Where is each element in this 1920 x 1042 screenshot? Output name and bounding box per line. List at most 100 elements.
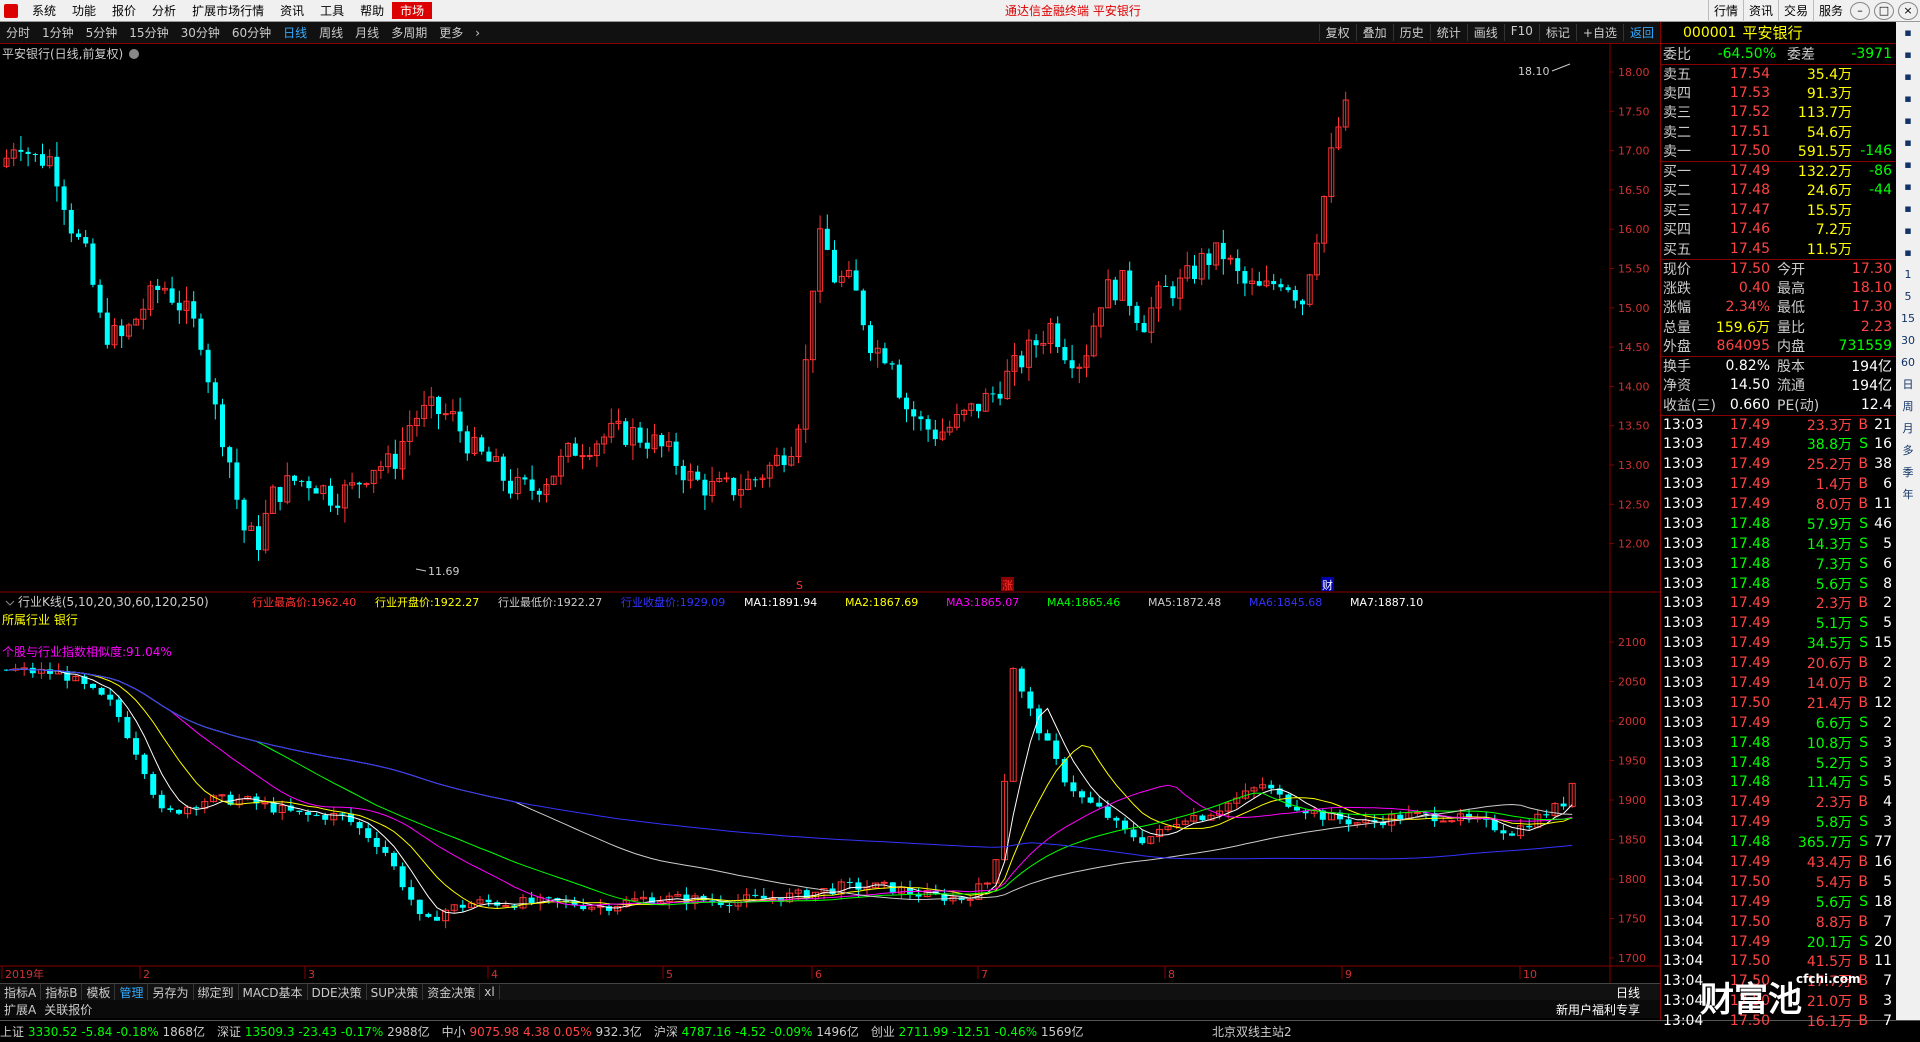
tab-manage[interactable]: 管理 <box>115 983 149 1001</box>
side-period-6[interactable]: 周 <box>1899 398 1917 416</box>
tool-add-watchlist[interactable]: +自选 <box>1575 24 1623 41</box>
tool-draw[interactable]: 画线 <box>1466 24 1504 41</box>
index-chinext[interactable]: 创业 2711.99 -12.51 -0.46% 1569亿 <box>871 1023 1084 1040</box>
event-marker[interactable]: 财 <box>1322 578 1333 592</box>
tab-60min[interactable]: 60分钟 <box>226 24 277 41</box>
tab-fund[interactable]: 资金决策 <box>423 983 481 1001</box>
industry-candle-down <box>115 699 122 717</box>
tool-adjust[interactable]: 复权 <box>1318 24 1356 41</box>
top-button-service[interactable]: 服务 <box>1812 0 1848 22</box>
trend-icon[interactable]: ▪ <box>1899 90 1917 108</box>
weibi-value: -64.50% <box>1717 45 1776 62</box>
chart-icon[interactable]: ▪ <box>1899 112 1917 130</box>
stat-label: 涨跌 <box>1663 280 1691 297</box>
top-button-news[interactable]: 资讯 <box>1742 0 1778 22</box>
move-icon[interactable]: ▪ <box>1899 222 1917 240</box>
chevron-right-icon[interactable]: › <box>469 26 486 40</box>
tab-multi-period[interactable]: 多周期 <box>385 24 433 41</box>
top-button-quotes[interactable]: 行情 <box>1707 0 1743 22</box>
index-sh[interactable]: 上证 3330.52 -5.84 -0.18% 1868亿 <box>0 1023 205 1040</box>
menu-system[interactable]: 系统 <box>24 2 64 19</box>
maximize-icon[interactable]: □ <box>1874 2 1894 20</box>
server-name[interactable]: 北京双线主站2 <box>1212 1023 1292 1040</box>
event-marker[interactable]: 涨 <box>1002 579 1013 592</box>
window-icon[interactable]: ▪ <box>1899 24 1917 42</box>
tick-count: 2 <box>1883 655 1892 672</box>
side-period-7[interactable]: 月 <box>1899 420 1917 438</box>
index-sme[interactable]: 中小 9075.98 4.38 0.05% 932.3亿 <box>442 1023 642 1040</box>
doc-icon[interactable]: ▪ <box>1899 178 1917 196</box>
tab-30min[interactable]: 30分钟 <box>175 24 226 41</box>
menu-market[interactable]: 市场 <box>392 2 433 19</box>
side-period-5[interactable]: 日 <box>1899 376 1917 394</box>
side-period-4[interactable]: 60 <box>1899 354 1917 372</box>
side-period-2[interactable]: 15 <box>1899 310 1917 328</box>
tab-indicator-a[interactable]: 指标A <box>0 983 42 1001</box>
tab-bind-to[interactable]: 绑定到 <box>194 983 239 1001</box>
top-button-trade[interactable]: 交易 <box>1777 0 1813 22</box>
menu-extended-market[interactable]: 扩展市场行情 <box>184 2 272 19</box>
tab-daily[interactable]: 日线 <box>277 24 313 41</box>
menu-help[interactable]: 帮助 <box>352 2 392 19</box>
side-period-0[interactable]: 1 <box>1899 266 1917 284</box>
list-icon[interactable]: ▪ <box>1899 46 1917 64</box>
stat2-row: 换手 0.82% 股本 194亿 <box>1661 356 1896 376</box>
menu-function[interactable]: 功能 <box>64 2 104 19</box>
bar-icon[interactable]: ▪ <box>1899 134 1917 152</box>
table-icon[interactable]: ▪ <box>1899 156 1917 174</box>
tab-5min[interactable]: 5分钟 <box>80 24 124 41</box>
tab-indicator-b[interactable]: 指标B <box>41 983 83 1001</box>
chevron-down-icon[interactable] <box>5 600 15 606</box>
pen-icon[interactable]: ▪ <box>1899 244 1917 262</box>
period-tab-bar: 分时 1分钟 5分钟 15分钟 30分钟 60分钟 日线 周线 月线 多周期 更… <box>0 22 1660 44</box>
chart-area[interactable]: 18.10 11.69 S 涨 财 18.00 17.50 17.00 16.50 16.00 1… <box>0 44 1660 984</box>
candle-body-down <box>1285 287 1291 291</box>
tab-macd[interactable]: MACD基本 <box>239 983 308 1001</box>
event-marker[interactable]: S <box>796 579 803 592</box>
index-hs300[interactable]: 沪深 4787.16 -4.52 -0.09% 1496亿 <box>654 1023 859 1040</box>
tool-overlay[interactable]: 叠加 <box>1355 24 1393 41</box>
side-period-8[interactable]: 多 <box>1899 442 1917 460</box>
tab-monthly[interactable]: 月线 <box>349 24 385 41</box>
minimize-icon[interactable]: – <box>1850 2 1870 20</box>
promo-link[interactable]: 新用户福利专享 <box>1556 1001 1640 1018</box>
trade-tick-row: 13:03 17.49 34.5万 S 15 <box>1661 633 1896 653</box>
ma-line <box>6 668 1573 907</box>
tab-related-quote[interactable]: 关联报价 <box>40 1001 96 1018</box>
tab-weekly[interactable]: 周线 <box>313 24 349 41</box>
side-period-9[interactable]: 季 <box>1899 464 1917 482</box>
tool-stats[interactable]: 统计 <box>1429 24 1467 41</box>
tick-count: 16 <box>1874 854 1892 871</box>
tool-f10[interactable]: F10 <box>1503 24 1539 41</box>
side-period-3[interactable]: 30 <box>1899 332 1917 350</box>
side-period-1[interactable]: 5 <box>1899 288 1917 306</box>
tab-1min[interactable]: 1分钟 <box>36 24 80 41</box>
tab-xl[interactable]: xl <box>480 985 500 999</box>
tool-back[interactable]: 返回 <box>1622 24 1660 41</box>
tab-save-as[interactable]: 另存为 <box>148 983 194 1001</box>
menu-analysis[interactable]: 分析 <box>144 2 184 19</box>
tool-mark[interactable]: 标记 <box>1538 24 1576 41</box>
menu-tools[interactable]: 工具 <box>312 2 352 19</box>
close-icon[interactable]: × <box>1898 2 1918 20</box>
ask-volume: 35.4万 <box>1806 66 1852 83</box>
index-sz[interactable]: 深证 13509.3 -23.43 -0.17% 2988亿 <box>217 1023 430 1040</box>
menu-quote[interactable]: 报价 <box>104 2 144 19</box>
grid-icon[interactable]: ▪ <box>1899 68 1917 86</box>
tab-timeshare[interactable]: 分时 <box>0 24 36 41</box>
tab-sup[interactable]: SUP决策 <box>367 983 424 1001</box>
tab-template[interactable]: 模板 <box>82 983 116 1001</box>
tool-history[interactable]: 历史 <box>1392 24 1430 41</box>
tick-time: 13:03 <box>1663 476 1704 493</box>
tab-extend-a[interactable]: 扩展A <box>0 1001 40 1018</box>
tab-15min[interactable]: 15分钟 <box>123 24 174 41</box>
settings-dot-icon[interactable] <box>129 49 139 59</box>
side-period-10[interactable]: 年 <box>1899 486 1917 504</box>
tab-dde[interactable]: DDE决策 <box>308 983 367 1001</box>
tick-volume: 23.3万 <box>1806 417 1852 434</box>
menu-news[interactable]: 资讯 <box>272 2 312 19</box>
tab-more[interactable]: 更多 <box>433 24 469 41</box>
tick-side: S <box>1859 535 1868 552</box>
rsi-icon[interactable]: ▪ <box>1899 200 1917 218</box>
kline-chart[interactable]: 18.10 11.69 S 涨 财 18.00 17.50 17.00 16.50 16.00 1… <box>0 44 1660 984</box>
